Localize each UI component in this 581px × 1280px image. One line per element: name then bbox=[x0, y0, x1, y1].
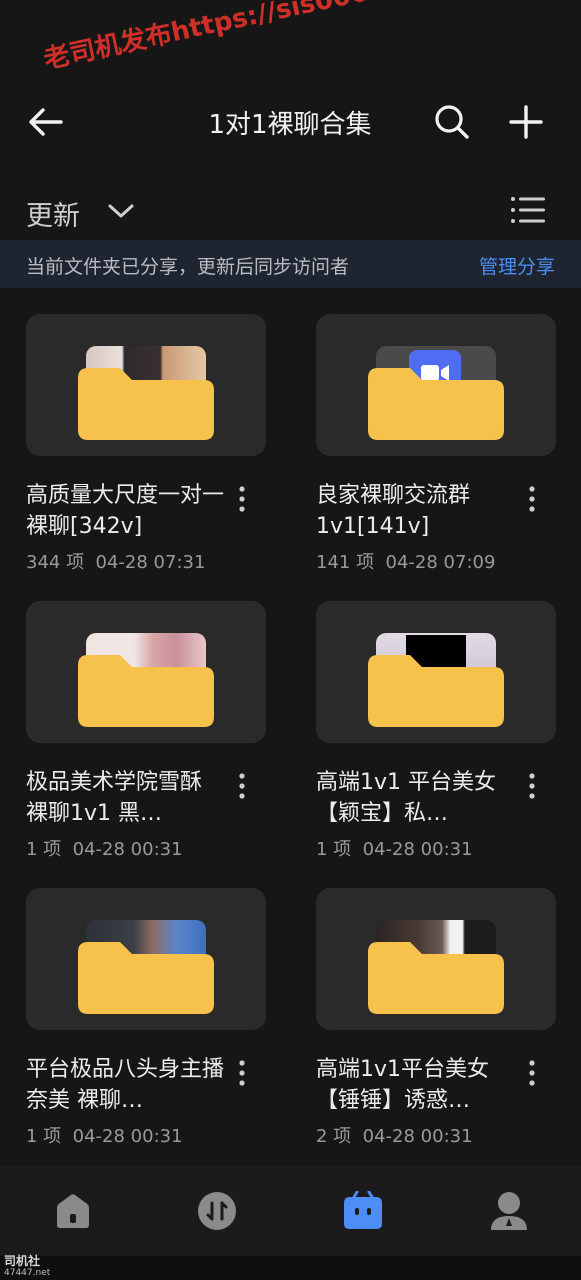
folder-icon bbox=[78, 631, 214, 727]
back-arrow-icon bbox=[29, 108, 63, 136]
folder-meta: 141 项 04-28 07:09 bbox=[316, 548, 495, 574]
folder-front-icon bbox=[368, 655, 504, 727]
folder-meta: 1 项 04-28 00:31 bbox=[26, 835, 183, 861]
files-icon bbox=[344, 1191, 382, 1229]
more-vertical-icon bbox=[529, 773, 535, 799]
more-vertical-icon bbox=[239, 773, 245, 799]
folder-name: 高质量大尺度一对一裸聊[342v] bbox=[26, 483, 225, 539]
share-banner-text: 当前文件夹已分享，更新后同步访问者 bbox=[26, 256, 350, 278]
folder-name: 高端1v1 平台美女【颖宝】私… bbox=[316, 770, 497, 826]
folder-name: 良家裸聊交流群1v1[141v] bbox=[316, 483, 471, 539]
folder-front-icon bbox=[78, 368, 214, 440]
folder-icon bbox=[78, 918, 214, 1014]
modified-date: 04-28 07:31 bbox=[95, 552, 206, 573]
folder-thumbnail[interactable] bbox=[316, 314, 556, 456]
more-vertical-icon bbox=[529, 1060, 535, 1086]
item-count: 141 项 bbox=[316, 552, 375, 573]
manage-share-link[interactable]: 管理分享 bbox=[479, 252, 555, 279]
modified-date: 04-28 00:31 bbox=[362, 839, 473, 860]
more-options-button[interactable] bbox=[232, 482, 252, 516]
home-icon bbox=[57, 1194, 89, 1228]
footer-url: 47447.net bbox=[4, 1268, 51, 1278]
folder-thumbnail[interactable] bbox=[26, 888, 266, 1030]
folder-icon bbox=[368, 344, 504, 440]
add-button[interactable] bbox=[504, 100, 548, 144]
modified-date: 04-28 07:09 bbox=[385, 552, 496, 573]
more-vertical-icon bbox=[239, 486, 245, 512]
more-options-button[interactable] bbox=[232, 1056, 252, 1090]
folder-thumbnail[interactable] bbox=[316, 888, 556, 1030]
more-vertical-icon bbox=[239, 1060, 245, 1086]
folder-icon bbox=[78, 344, 214, 440]
page-title: 1对1裸聊合集 bbox=[208, 110, 372, 140]
bottom-navigation bbox=[0, 1166, 581, 1256]
nav-home[interactable] bbox=[48, 1186, 98, 1236]
search-icon bbox=[435, 105, 469, 139]
back-button[interactable] bbox=[22, 102, 68, 142]
folder-front-icon bbox=[78, 942, 214, 1014]
sort-dropdown-toggle[interactable] bbox=[106, 198, 136, 224]
item-count: 1 项 bbox=[26, 839, 62, 860]
folder-front-icon bbox=[368, 942, 504, 1014]
list-view-button[interactable] bbox=[508, 192, 548, 228]
folder-meta: 1 项 04-28 00:31 bbox=[316, 835, 473, 861]
folder-icon bbox=[368, 918, 504, 1014]
folder-name: 平台极品八头身主播 奈美 裸聊… bbox=[26, 1057, 225, 1113]
more-options-button[interactable] bbox=[232, 769, 252, 803]
footer-logo: 司机社 bbox=[4, 1254, 41, 1268]
profile-icon bbox=[491, 1192, 527, 1230]
more-options-button[interactable] bbox=[522, 482, 542, 516]
folder-front-icon bbox=[78, 655, 214, 727]
item-count: 2 项 bbox=[316, 1126, 352, 1147]
share-banner: 当前文件夹已分享，更新后同步访问者 管理分享 bbox=[0, 240, 581, 288]
list-view-icon bbox=[511, 197, 545, 223]
transfer-icon bbox=[198, 1192, 236, 1230]
folder-meta: 1 项 04-28 00:31 bbox=[26, 1122, 183, 1148]
more-vertical-icon bbox=[529, 486, 535, 512]
item-count: 1 项 bbox=[316, 839, 352, 860]
folder-front-icon bbox=[368, 368, 504, 440]
modified-date: 04-28 00:31 bbox=[362, 1126, 473, 1147]
folder-meta: 344 项 04-28 07:31 bbox=[26, 548, 205, 574]
nav-profile[interactable] bbox=[484, 1186, 534, 1236]
top-bar: 1对1裸聊合集 bbox=[0, 0, 581, 180]
more-options-button[interactable] bbox=[522, 1056, 542, 1090]
footer-band bbox=[0, 1256, 581, 1280]
item-count: 1 项 bbox=[26, 1126, 62, 1147]
search-button[interactable] bbox=[430, 100, 474, 144]
plus-icon bbox=[509, 105, 543, 139]
nav-transfer[interactable] bbox=[192, 1186, 242, 1236]
folder-meta: 2 项 04-28 00:31 bbox=[316, 1122, 473, 1148]
folder-thumbnail[interactable] bbox=[26, 601, 266, 743]
folder-name: 极品美术学院雪酥 裸聊1v1 黑… bbox=[26, 770, 203, 826]
sort-dropdown-label[interactable]: 更新 bbox=[26, 194, 80, 233]
folder-thumbnail[interactable] bbox=[316, 601, 556, 743]
folder-name: 高端1v1平台美女【锤锤】诱惑… bbox=[316, 1057, 490, 1113]
folder-thumbnail[interactable] bbox=[26, 314, 266, 456]
more-options-button[interactable] bbox=[522, 769, 542, 803]
sort-bar: 更新 bbox=[0, 184, 581, 238]
modified-date: 04-28 00:31 bbox=[72, 839, 183, 860]
modified-date: 04-28 00:31 bbox=[72, 1126, 183, 1147]
item-count: 344 项 bbox=[26, 552, 85, 573]
chevron-down-icon bbox=[108, 204, 134, 218]
nav-files[interactable] bbox=[338, 1186, 388, 1236]
folder-icon bbox=[368, 631, 504, 727]
